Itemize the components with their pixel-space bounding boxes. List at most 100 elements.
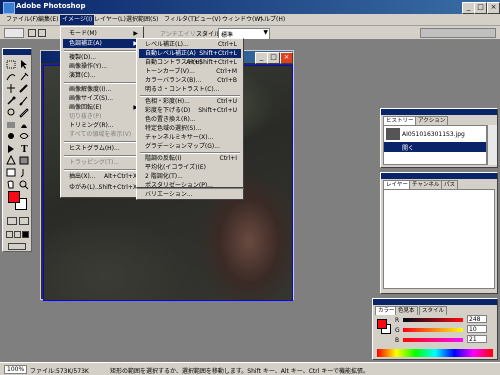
- menu-bar: ファイル(F) 編集(E) イメージ(I) レイヤー(L) 選択範囲(S) フィ…: [0, 14, 500, 26]
- submenu-item-selective-color[interactable]: 特定色域の選択(S)...: [139, 124, 241, 133]
- file-size: ファイル:573K/573K: [30, 368, 89, 375]
- channel-b-label: B: [395, 337, 400, 344]
- zoom-level[interactable]: 100%: [4, 365, 28, 374]
- image-menu-dropdown: モード(M)▶ 色調補正(A)▶ 複製(D)... 画像操作(Y)... 演算(…: [60, 26, 144, 198]
- history-scrollbar[interactable]: [487, 125, 497, 165]
- menu-layer[interactable]: レイヤー(L): [92, 15, 128, 25]
- submenu-item-variations[interactable]: バリエーション...: [139, 190, 241, 199]
- screen-mode-full-menu-icon[interactable]: [14, 231, 21, 238]
- submenu-item-channel-mixer[interactable]: チャンネルミキサー(X)...: [139, 133, 241, 142]
- submenu-item-levels[interactable]: レベル補正(L)... Ctrl+L: [139, 40, 241, 49]
- menu-separator: [64, 82, 140, 84]
- menu-edit[interactable]: 編集(E): [36, 15, 60, 25]
- menu-item-crop: 切り抜き(P): [69, 113, 102, 120]
- menu-item-canvas-size[interactable]: 画像サイズ(S)...: [63, 94, 141, 103]
- menu-image[interactable]: イメージ(I): [60, 15, 95, 25]
- menu-item-extract[interactable]: 抽出(X)... Alt+Ctrl+X: [63, 172, 141, 181]
- submenu-item-equalize[interactable]: 平均化(イコライズ)(E): [139, 163, 241, 172]
- tab-styles[interactable]: スタイル: [419, 306, 448, 315]
- tab-actions[interactable]: アクション: [415, 116, 449, 125]
- channel-r-input[interactable]: 248: [467, 315, 487, 323]
- tab-channels[interactable]: チャンネル: [409, 180, 443, 189]
- layers-list: [383, 189, 495, 289]
- new-selection-icon[interactable]: [28, 29, 36, 37]
- menu-item-histogram[interactable]: ヒストグラム(H)...: [63, 144, 141, 153]
- doc-close-button[interactable]: ×: [280, 52, 293, 64]
- tab-paths[interactable]: パス: [441, 180, 459, 189]
- channel-g-input[interactable]: 10: [467, 325, 487, 333]
- screen-mode-standard-icon[interactable]: [6, 231, 13, 238]
- menu-item-trim[interactable]: トリミング(R)...: [63, 121, 141, 130]
- chevron-right-icon: ▶: [133, 30, 138, 37]
- adjustments-submenu: レベル補正(L)... Ctrl+L 自動レベル補正(A) Shift+Ctrl+L…: [136, 38, 244, 189]
- menu-item-adjustments[interactable]: 色調補正(A)▶: [63, 39, 141, 48]
- submenu-item-hue-saturation[interactable]: 色相・彩度(H)... Ctrl+U: [139, 97, 241, 106]
- palette-well[interactable]: [420, 28, 496, 38]
- menu-item-liquify[interactable]: ゆがみ(L)... Shift+Ctrl+X: [63, 183, 141, 192]
- tab-swatches[interactable]: 色見本: [395, 306, 418, 315]
- channel-g-label: G: [395, 327, 400, 334]
- submenu-item-color-balance[interactable]: カラーバランス(B)... Ctrl+B: [139, 76, 241, 85]
- menu-file[interactable]: ファイル(F): [4, 15, 40, 25]
- history-snapshot-name[interactable]: AI0510163011S3.jpg: [402, 131, 465, 138]
- quick-mask-icon[interactable]: [19, 217, 29, 225]
- channel-r-label: R: [395, 317, 400, 324]
- foreground-color-swatch[interactable]: [8, 191, 20, 203]
- photoshop-app-icon: [3, 2, 15, 14]
- channel-b-slider[interactable]: [403, 338, 463, 342]
- menu-item-image-size-resolution[interactable]: 画像解像度(I)...: [63, 85, 141, 94]
- menu-item-apply-image[interactable]: 画像操作(Y)...: [63, 62, 141, 71]
- menu-item-reveal-all: すべての領域を表示(V): [69, 131, 132, 138]
- submenu-item-gradient-map[interactable]: グラデーションマップ(G)...: [139, 142, 241, 151]
- tab-history[interactable]: ヒストリー: [383, 116, 417, 125]
- panel-title-bar: [373, 299, 497, 305]
- status-bar: 100% ファイル:573K/573K 矩形の範囲を選択するか、選択範囲を移動し…: [0, 362, 500, 375]
- history-list: AI0510163011S3.jpg 開く: [383, 125, 487, 165]
- app-title: Adobe Photoshop: [16, 2, 86, 10]
- doc-maximize-button[interactable]: □: [267, 52, 280, 64]
- layers-panel: レイヤー チャンネル パス: [380, 172, 498, 294]
- toolbox-title: [3, 49, 31, 55]
- chevron-down-icon: ▼: [263, 29, 268, 36]
- adjustments-submenu-footer: バリエーション...: [136, 188, 244, 200]
- menu-separator: [64, 141, 140, 143]
- snapshot-thumbnail[interactable]: [386, 128, 400, 140]
- jump-to-imageready-icon[interactable]: [8, 243, 26, 250]
- submenu-item-auto-contrast[interactable]: 自動コントラスト(U) Alt+Shift+Ctrl+L: [139, 58, 241, 67]
- menu-item-mode[interactable]: モード(M) ▶: [63, 29, 141, 38]
- panel-title-bar: [381, 109, 497, 115]
- submenu-item-invert[interactable]: 階調の反転(I) Ctrl+I: [139, 154, 241, 163]
- history-state-row[interactable]: 開く: [384, 142, 486, 152]
- menu-select[interactable]: 選択範囲(S): [124, 15, 161, 25]
- standard-mode-icon[interactable]: [7, 217, 17, 225]
- menu-item-rotate[interactable]: 画像回転(E)▶: [63, 103, 141, 112]
- submenu-item-brightness-contrast[interactable]: 明るさ・コントラスト(C)...: [139, 85, 241, 94]
- menu-item-duplicate[interactable]: 複製(D)...: [63, 53, 141, 62]
- channel-r-slider[interactable]: [403, 318, 463, 322]
- tool-preset-picker[interactable]: [4, 28, 24, 38]
- history-state-label: 開く: [402, 145, 415, 152]
- style-label: スタイル: [196, 31, 221, 38]
- maximize-button[interactable]: □: [474, 2, 487, 14]
- status-hint: 矩形の範囲を選択するか、選択範囲を移動します。Shift キー、Alt キー、C…: [110, 368, 369, 375]
- close-button[interactable]: ×: [487, 2, 500, 14]
- tab-layers[interactable]: レイヤー: [383, 180, 411, 189]
- color-ramp[interactable]: [377, 349, 493, 357]
- submenu-item-replace-color[interactable]: 色の置き換え(R)...: [139, 115, 241, 124]
- channel-g-slider[interactable]: [403, 328, 463, 332]
- toolbox: T: [2, 48, 32, 252]
- submenu-item-auto-levels[interactable]: 自動レベル補正(A) Shift+Ctrl+L: [139, 49, 241, 58]
- menu-item-calculations[interactable]: 演算(C)...: [63, 71, 141, 80]
- menu-item-trap: トラッピング(T)...: [69, 159, 120, 166]
- add-selection-icon[interactable]: [38, 29, 46, 37]
- submenu-item-threshold[interactable]: 2 階調化(T)...: [139, 172, 241, 181]
- svg-text:T: T: [21, 145, 28, 154]
- channel-b-input[interactable]: 21: [467, 335, 487, 343]
- submenu-item-curves[interactable]: トーンカーブ(V)... Ctrl+M: [139, 67, 241, 76]
- menu-separator: [64, 155, 140, 157]
- color-panel-foreground[interactable]: [377, 319, 387, 329]
- screen-mode-full-icon[interactable]: [22, 231, 29, 238]
- menu-view[interactable]: ビュー(V): [192, 15, 223, 25]
- menu-help[interactable]: ヘルプ(H): [256, 15, 287, 25]
- submenu-item-desaturate[interactable]: 彩度を下げる(D) Shift+Ctrl+U: [139, 106, 241, 115]
